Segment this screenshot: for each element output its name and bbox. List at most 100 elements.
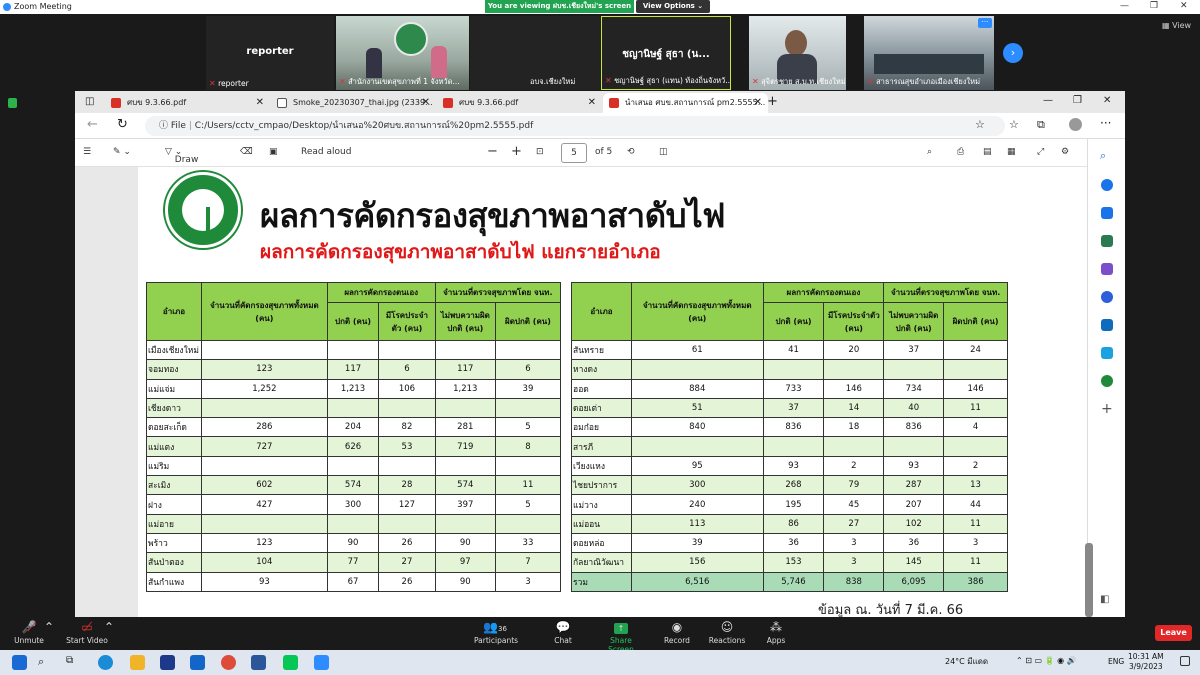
abnormal-cell: 5 — [494, 417, 562, 438]
minimize-icon[interactable]: — — [1043, 95, 1053, 106]
close-tab-icon[interactable]: ✕ — [256, 93, 264, 113]
search-icon[interactable]: ⌕ — [1100, 149, 1106, 163]
shopping-icon[interactable] — [1101, 207, 1113, 219]
apps-button[interactable]: ⁂ Apps — [765, 620, 787, 645]
close-tab-icon[interactable]: ✕ — [422, 93, 430, 113]
view-options-button[interactable]: View Options ⌄ — [636, 0, 710, 13]
page-number-input[interactable]: 5 — [561, 143, 587, 163]
eraser-icon[interactable]: ⌫ — [240, 147, 253, 157]
fullscreen-icon[interactable]: ⤢ — [1037, 147, 1044, 157]
save-as-icon[interactable]: ▦ — [1007, 147, 1016, 157]
tab-image[interactable]: Smoke_20230307_thai.jpg (2339... ✕ — [271, 93, 436, 113]
search-icon[interactable]: ⌕ — [38, 655, 53, 670]
district-cell: แม่ริม — [146, 455, 202, 477]
search-icon[interactable]: ⌕ — [927, 147, 932, 157]
chrome-icon[interactable] — [221, 655, 236, 670]
tree-icon[interactable] — [1101, 375, 1113, 387]
close-icon[interactable]: ✕ — [1180, 1, 1188, 11]
word-icon[interactable] — [251, 655, 266, 670]
participant-tile[interactable]: ชญานิษฐ์ สุธา (น... ✕ ชญานิษฐ์ สุธา (แทน… — [601, 16, 731, 90]
read-aloud-button[interactable]: Read aloud — [301, 147, 351, 157]
telegram-icon[interactable] — [1101, 347, 1113, 359]
close-tab-icon[interactable]: ✕ — [588, 93, 596, 113]
restore-icon[interactable]: ❐ — [1073, 95, 1082, 106]
bing-icon[interactable] — [1101, 179, 1113, 191]
refresh-icon[interactable]: ↻ — [117, 117, 128, 132]
participant-tile[interactable]: อบจ.เชียงใหม่ — [470, 16, 600, 90]
favorite-star-icon[interactable]: ☆ — [975, 118, 985, 131]
share-screen-button[interactable]: ↑Share Screen — [598, 620, 644, 654]
save-icon[interactable]: ▤ — [983, 147, 992, 157]
back-arrow-icon[interactable]: ← — [87, 117, 98, 132]
next-page-arrow-icon[interactable]: › — [1003, 43, 1023, 63]
highlight-icon[interactable]: ✎ ⌄ — [113, 147, 131, 157]
tools-icon[interactable] — [1101, 235, 1113, 247]
rotate-icon[interactable]: ⟲ — [627, 147, 635, 157]
url-field[interactable]: ⓘ File | C:/Users/cctv_cmpao/Desktop/นำเ… — [145, 116, 1005, 136]
line-icon[interactable] — [283, 655, 298, 670]
office-icon[interactable] — [1101, 291, 1113, 303]
participant-tile[interactable]: ✕ สุจิตรชาย ส.บ.ท.เชียงใหม่ — [749, 16, 846, 90]
apps-icon: ⁂ — [770, 620, 782, 634]
draw-button[interactable]: ▽ Draw ⌄ — [165, 147, 198, 165]
reactions-button[interactable]: ☺ Reactions — [708, 620, 746, 645]
scrollbar-thumb[interactable] — [1085, 543, 1093, 617]
district-cell: สันทราย — [571, 339, 632, 361]
video-options-caret[interactable]: ⌃ — [104, 620, 114, 636]
start-video-button[interactable]: ▭̸ Start Video — [66, 620, 108, 645]
participant-tile[interactable]: ✕ สำนักงานเขตสุขภาพที่ 1 จังหวัด... — [336, 16, 469, 90]
total-cell: 240 — [630, 494, 764, 515]
view-layout-button[interactable]: ▦ View — [1162, 21, 1191, 30]
contents-icon[interactable]: ☰ — [83, 147, 91, 157]
add-icon[interactable]: + — [1101, 401, 1113, 417]
task-view-icon[interactable]: ⧉ — [66, 655, 81, 670]
close-icon[interactable]: ✕ — [1103, 95, 1111, 106]
store-icon[interactable] — [160, 655, 175, 670]
games-icon[interactable] — [1101, 263, 1113, 275]
zoom-in-icon[interactable]: + — [511, 144, 522, 159]
system-clock[interactable]: 10:31 AM 3/9/2023 — [1128, 652, 1164, 672]
print-icon[interactable]: ⎙ — [957, 147, 964, 157]
notifications-icon[interactable] — [1180, 656, 1190, 666]
sidebar-toggle-icon[interactable]: ◫ — [85, 96, 94, 107]
more-menu-icon[interactable]: ··· — [1100, 116, 1111, 130]
audio-options-caret[interactable]: ⌃ — [44, 620, 54, 636]
unmute-button[interactable]: 🎤̸ Unmute — [12, 620, 46, 645]
favorites-icon[interactable]: ☆ — [1009, 118, 1019, 131]
zoom-icon[interactable] — [314, 655, 329, 670]
normal-cell: 93 — [762, 455, 825, 477]
text-icon[interactable]: ▣ — [269, 147, 278, 157]
minimize-icon[interactable]: — — [1120, 1, 1129, 11]
page-view-icon[interactable]: ◫ — [659, 147, 668, 157]
zoom-out-icon[interactable]: − — [487, 144, 498, 159]
no-abnormal-cell: 836 — [883, 417, 945, 438]
total-cell — [200, 513, 328, 534]
collections-icon[interactable]: ⧉ — [1037, 118, 1045, 132]
close-tab-icon[interactable]: ✕ — [754, 93, 762, 113]
sidebar-collapse-icon[interactable]: ◧ — [1100, 594, 1109, 605]
language-indicator[interactable]: ENG — [1108, 657, 1124, 666]
participant-tile[interactable]: reporter ✕ reporter — [206, 16, 334, 90]
windows-start-icon[interactable] — [12, 655, 27, 670]
mail-icon[interactable] — [190, 655, 205, 670]
new-tab-icon[interactable]: + — [767, 94, 778, 109]
participants-button[interactable]: 👥36 Participants — [474, 620, 518, 645]
profile-avatar[interactable] — [1069, 118, 1082, 131]
restore-icon[interactable]: ❐ — [1150, 1, 1158, 11]
chat-button[interactable]: 💬 Chat — [552, 620, 574, 645]
more-options-icon[interactable]: ··· — [978, 18, 992, 28]
record-button[interactable]: ◉ Record — [664, 620, 690, 645]
leave-button[interactable]: Leave — [1155, 625, 1192, 641]
edge-icon[interactable] — [98, 655, 113, 670]
tab-pdf-active[interactable]: นำเสนอ ศบข.สถานการณ์ pm2.5555... ✕ — [603, 93, 768, 113]
outlook-icon[interactable] — [1101, 319, 1113, 331]
tray-icons[interactable]: ⌃ ⊡ ▭ 🔋 ◉ 🔊 — [1016, 656, 1077, 665]
gear-icon[interactable]: ⚙ — [1061, 147, 1069, 157]
tab-pdf-1[interactable]: ศบข 9.3.66.pdf ✕ — [105, 93, 270, 113]
district-cell: เชียงดาว — [146, 397, 202, 419]
file-explorer-icon[interactable] — [130, 655, 145, 670]
fit-page-icon[interactable]: ⊡ — [536, 147, 544, 157]
weather-widget[interactable]: 24°C มีแดด — [945, 655, 988, 668]
participant-tile[interactable]: ··· ✕ สาธารณสุขอำเภอเมืองเชียงใหม่ — [864, 16, 994, 90]
tab-pdf-2[interactable]: ศบข 9.3.66.pdf ✕ — [437, 93, 602, 113]
